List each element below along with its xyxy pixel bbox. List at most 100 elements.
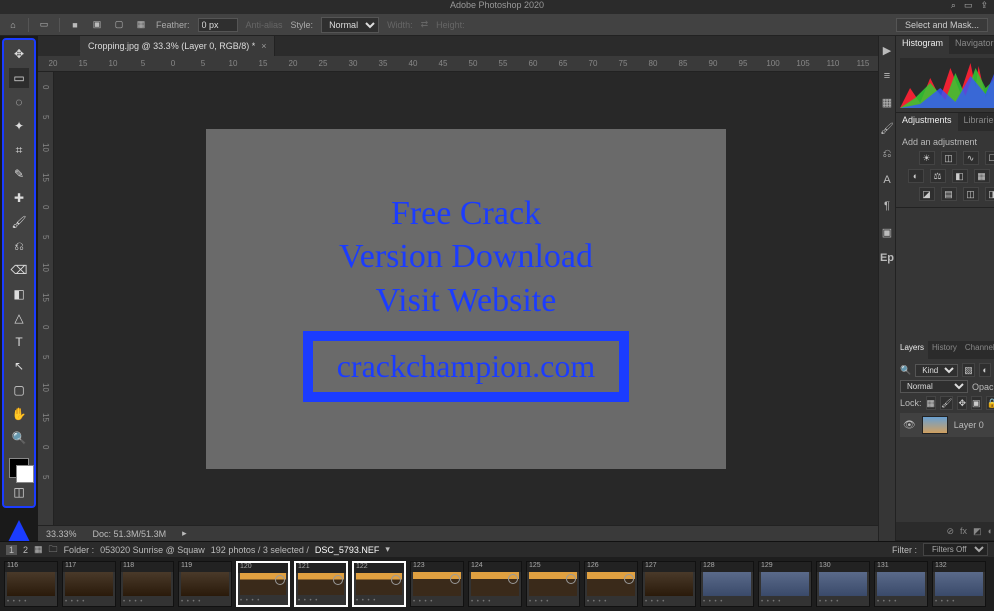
tab-libraries[interactable]: Libraries [958, 113, 994, 131]
filmstrip-thumb[interactable]: 118• • • • [120, 561, 174, 607]
zoom-tool[interactable]: 🔍 [9, 428, 29, 448]
filmstrip-thumb[interactable]: 119• • • • [178, 561, 232, 607]
filmstrip-thumb[interactable]: 132• • • • [932, 561, 986, 607]
tab-channels[interactable]: Channels [961, 341, 994, 359]
doc-size[interactable]: Doc: 51.3M/51.3M [93, 529, 167, 539]
sel-add-icon[interactable]: ▣ [90, 18, 104, 32]
filmstrip-thumb[interactable]: 121• • • • [294, 561, 348, 607]
tab-histogram[interactable]: Histogram [896, 36, 949, 54]
filmstrip-thumb[interactable]: 124• • • • [468, 561, 522, 607]
fx-icon[interactable]: fx [960, 526, 967, 536]
adj-curves-icon[interactable]: ∿ [963, 151, 979, 165]
grid-icon[interactable]: ▦ [34, 544, 43, 555]
eraser-tool[interactable]: ⌫ [9, 260, 29, 280]
crop-tool[interactable]: ⌗ [9, 140, 29, 160]
lasso-tool[interactable]: ◌ [9, 92, 29, 112]
filmstrip-thumb[interactable]: 128• • • • [700, 561, 754, 607]
rating-dots[interactable]: • • • • [935, 599, 955, 605]
rating-dots[interactable]: • • • • [529, 599, 549, 605]
filmstrip-thumb[interactable]: 117• • • • [62, 561, 116, 607]
hand-tool[interactable]: ✋ [9, 404, 29, 424]
ep-icon[interactable]: Ep [879, 250, 895, 266]
blend-mode-select[interactable]: Normal [900, 380, 968, 393]
wand-tool[interactable]: ✦ [9, 116, 29, 136]
rating-dots[interactable]: • • • • [240, 598, 260, 604]
rating-dots[interactable]: • • • • [645, 599, 665, 605]
quick-mask-icon[interactable]: ◫ [9, 482, 29, 502]
type-tool[interactable]: T [9, 332, 29, 352]
folder-icon[interactable]: 🗀 [49, 542, 58, 558]
rating-dots[interactable]: • • • • [7, 599, 27, 605]
chevron-down-icon[interactable]: ▾ [385, 544, 390, 555]
rating-dots[interactable]: • • • • [471, 599, 491, 605]
filter-select[interactable]: Filters Off [923, 543, 988, 556]
adj-exposure-icon[interactable]: ☐ [985, 151, 994, 165]
share-icon[interactable]: ⇪ [980, 0, 988, 11]
color-swatch[interactable] [9, 458, 29, 478]
rating-dots[interactable]: • • • • [877, 599, 897, 605]
adj-balance-icon[interactable]: ⚖ [930, 169, 946, 183]
page-current-badge[interactable]: 1 [6, 545, 17, 555]
document-tab[interactable]: Cropping.jpg @ 33.3% (Layer 0, RGB/8) * … [80, 36, 275, 56]
filter-pixel-icon[interactable]: ▧ [962, 363, 975, 377]
rating-dots[interactable]: • • • • [587, 599, 607, 605]
layer-item-0[interactable]: 👁 Layer 0 [900, 413, 994, 437]
search-icon[interactable]: ⌕ [951, 0, 956, 11]
move-tool[interactable]: ✥ [9, 44, 29, 64]
filmstrip-thumb[interactable]: 126• • • • [584, 561, 638, 607]
rating-dots[interactable]: • • • • [761, 599, 781, 605]
lock-trans-icon[interactable]: ▦ [926, 396, 937, 410]
adj-hue-icon[interactable]: ◐ [908, 169, 924, 183]
rating-dots[interactable]: • • • • [356, 598, 376, 604]
visibility-icon[interactable]: 👁 [903, 420, 916, 431]
feather-input[interactable] [198, 18, 238, 32]
rating-dots[interactable]: • • • • [298, 598, 318, 604]
filmstrip-thumb[interactable]: 131• • • • [874, 561, 928, 607]
pen-tool[interactable]: △ [9, 308, 29, 328]
canvas-stage[interactable]: Free Crack Version Download Visit Websit… [54, 72, 878, 525]
marquee-tool-icon[interactable]: ▭ [37, 18, 51, 32]
para-icon[interactable]: ¶ [879, 198, 895, 214]
play-icon[interactable]: ▶ [879, 42, 895, 58]
filter-adj-icon[interactable]: ◐ [979, 363, 992, 377]
stamp-tool[interactable]: ⎌ [9, 236, 29, 256]
layer-search-icon[interactable]: 🔍 [900, 365, 911, 376]
eyedrop-tool[interactable]: ✎ [9, 164, 29, 184]
gradient-tool[interactable]: ◧ [9, 284, 29, 304]
tab-adjustments[interactable]: Adjustments [896, 113, 958, 131]
clone-icon[interactable]: ⎌ [879, 146, 895, 162]
adj-threshold-icon[interactable]: ◫ [963, 187, 979, 201]
select-and-mask-button[interactable]: Select and Mask... [896, 18, 988, 32]
swatch-icon[interactable]: ▦ [879, 94, 895, 110]
rating-dots[interactable]: • • • • [703, 599, 723, 605]
filmstrip-thumb[interactable]: 116• • • • [4, 561, 58, 607]
adj-invert-icon[interactable]: ◪ [919, 187, 935, 201]
workspace-icon[interactable]: ▭ [964, 0, 973, 11]
tab-history[interactable]: History [928, 341, 961, 359]
document-image[interactable]: Free Crack Version Download Visit Websit… [206, 129, 726, 469]
filmstrip-thumb[interactable]: 125• • • • [526, 561, 580, 607]
shape-tool[interactable]: ▢ [9, 380, 29, 400]
close-tab-icon[interactable]: × [261, 41, 266, 51]
info-icon[interactable]: ▣ [879, 224, 895, 240]
adj-levels-icon[interactable]: ◫ [941, 151, 957, 165]
heal-tool[interactable]: ✚ [9, 188, 29, 208]
tab-navigator[interactable]: Navigator [949, 36, 994, 54]
rating-dots[interactable]: • • • • [65, 599, 85, 605]
zoom-level[interactable]: 33.33% [46, 529, 77, 539]
filmstrip-thumb[interactable]: 127• • • • [642, 561, 696, 607]
rating-dots[interactable]: • • • • [181, 599, 201, 605]
layer-name[interactable]: Layer 0 [954, 420, 984, 430]
brush-tool[interactable]: 🖌 [9, 212, 29, 232]
link-layers-icon[interactable]: ⊘ [946, 526, 954, 537]
lock-all-icon[interactable]: 🔒 [986, 396, 994, 410]
lock-pos-icon[interactable]: ✥ [957, 396, 967, 410]
brush-icon[interactable]: 🖌 [879, 120, 895, 136]
rating-dots[interactable]: • • • • [413, 599, 433, 605]
filmstrip[interactable]: 116• • • •117• • • •118• • • •119• • • •… [0, 557, 994, 611]
mask-icon[interactable]: ◩ [973, 526, 982, 537]
filmstrip-thumb[interactable]: 122• • • • [352, 561, 406, 607]
tab-layers[interactable]: Layers [896, 341, 928, 359]
layer-filter-select[interactable]: Kind [915, 364, 958, 377]
filmstrip-thumb[interactable]: 120• • • • [236, 561, 290, 607]
